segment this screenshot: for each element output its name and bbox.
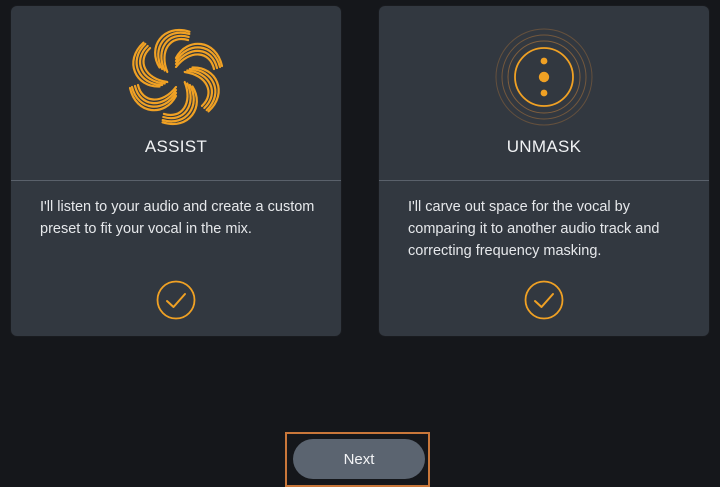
unmask-description: I'll carve out space for the vocal by co… <box>408 199 660 259</box>
assist-title: ASSIST <box>144 137 208 156</box>
unmask-card[interactable]: UNMASK I'll carve out space for the voca… <box>379 6 709 336</box>
unmask-icon-area <box>379 22 709 132</box>
next-button[interactable]: Next <box>293 439 425 479</box>
unmask-title: UNMASK <box>506 137 582 156</box>
assist-description: I'll listen to your audio and create a c… <box>40 199 315 237</box>
unmask-divider <box>379 180 709 181</box>
assist-check-icon[interactable] <box>156 280 196 320</box>
unmask-check-icon[interactable] <box>524 280 564 320</box>
concentric-rings-icon <box>495 28 593 126</box>
assist-card[interactable]: ASSIST I'll listen to your audio and cre… <box>11 6 341 336</box>
assist-divider <box>11 180 341 181</box>
assist-icon-area <box>11 22 341 132</box>
flower-swirl-icon <box>123 22 229 132</box>
